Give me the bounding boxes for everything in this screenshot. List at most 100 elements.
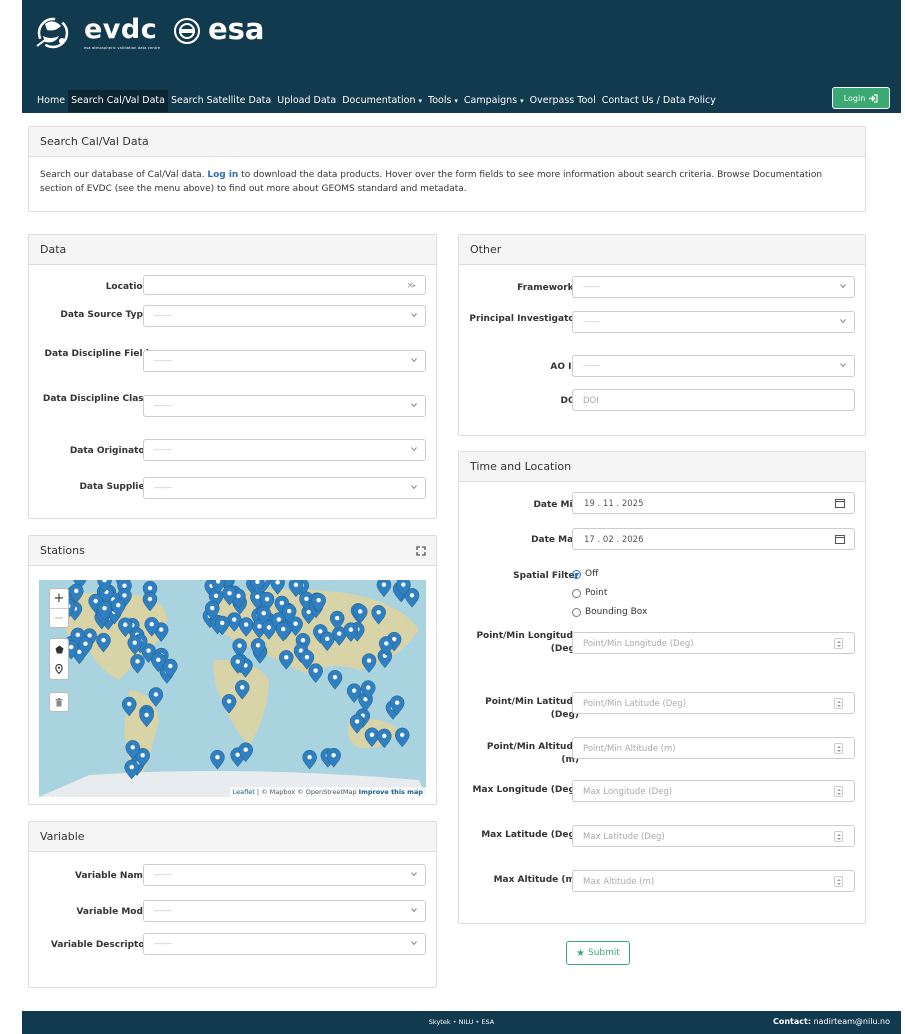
radio-button[interactable] [572, 607, 581, 617]
doi-input[interactable]: DOI [572, 389, 855, 411]
select-frameworks[interactable]: ------- [572, 276, 855, 298]
field-label: Data Originator [69, 446, 149, 456]
spinner-icon[interactable] [834, 786, 843, 797]
station-marker-icon[interactable] [308, 663, 323, 684]
station-marker-dot [236, 593, 241, 599]
nav-item-overpass-tool[interactable]: Overpass Tool [527, 90, 599, 112]
station-marker-dot [77, 649, 82, 655]
nav-item-home[interactable]: Home [34, 90, 68, 112]
station-marker-icon[interactable] [394, 727, 410, 748]
draw-polygon-button[interactable] [50, 639, 68, 659]
stations-panel: Stations + − Leaflet | © Mapbox © OpenSt… [28, 535, 437, 805]
station-marker-icon[interactable] [327, 669, 343, 690]
station-marker-icon[interactable] [130, 654, 145, 674]
calendar-icon[interactable] [835, 498, 845, 508]
nav-item-search-cal-val-data[interactable]: Search Cal/Val Data [68, 90, 168, 112]
select-variable-mode[interactable]: ------- [143, 900, 426, 922]
number-input-2[interactable]: Point/Min Altitude (m) [572, 737, 855, 759]
station-marker-dot [210, 605, 215, 611]
number-input-5[interactable]: Max Altitude (m) [572, 870, 855, 892]
polygon-icon [55, 645, 63, 653]
date-max-input[interactable]: 17 . 02 . 2026 [572, 528, 855, 550]
caret-down-icon: ▾ [454, 97, 458, 105]
stations-panel-title: Stations [29, 536, 436, 566]
radio-button[interactable] [572, 588, 581, 598]
station-marker-dot [156, 657, 161, 663]
station-marker-icon[interactable] [361, 653, 377, 673]
number-input-0[interactable]: Point/Min Longitude (Deg) [572, 632, 855, 654]
chevron-down-icon [840, 363, 846, 368]
spinner-icon[interactable] [834, 698, 843, 709]
draw-marker-button[interactable] [50, 659, 68, 679]
contact-email[interactable]: nadirteam@nilu.no [814, 1017, 890, 1026]
date-min-input[interactable]: 19 . 11 . 2025 [572, 492, 855, 514]
location-select[interactable]: × [143, 275, 426, 295]
select-placeholder: ------- [154, 871, 172, 879]
station-marker-icon[interactable] [376, 580, 392, 598]
nav-item-search-satellite-data[interactable]: Search Satellite Data [168, 90, 274, 112]
stations-map[interactable]: + − Leaflet | © Mapbox © OpenStreetMap I… [39, 580, 426, 797]
improve-map-link[interactable]: Improve this map [359, 788, 423, 796]
caret-down-icon: ▾ [520, 97, 524, 105]
login-link[interactable]: Log in [207, 170, 238, 180]
radio-point[interactable]: Point [572, 588, 607, 598]
field-label: Frameworks [517, 283, 579, 293]
fullscreen-icon[interactable] [416, 546, 426, 556]
zoom-control: + − [49, 588, 69, 628]
caret-down-icon [412, 285, 416, 287]
select-variable-descriptor[interactable]: ------- [143, 933, 426, 955]
station-marker-dot [287, 608, 292, 614]
station-marker-icon[interactable] [302, 749, 317, 770]
station-marker-dot [307, 754, 312, 760]
map-canvas[interactable] [39, 580, 426, 797]
number-input-3[interactable]: Max Longitude (Deg) [572, 780, 855, 802]
number-input-1[interactable]: Point/Min Latitude (Deg) [572, 692, 855, 714]
spinner-icon[interactable] [834, 876, 843, 887]
zoom-in-button[interactable]: + [50, 589, 68, 608]
station-marker-icon[interactable] [210, 749, 225, 770]
select-placeholder: ------- [154, 484, 172, 492]
logo-area[interactable]: evdc esa atmospheric validation data cen… [22, 0, 422, 82]
nav-item-campaigns[interactable]: Campaigns ▾ [461, 90, 527, 112]
spinner-icon[interactable] [834, 831, 843, 842]
nav-item-tools[interactable]: Tools ▾ [425, 90, 461, 112]
select-principal-investigator[interactable]: ------- [572, 311, 855, 333]
brand-tagline: esa atmospheric validation data centre [84, 46, 161, 50]
chevron-down-icon [411, 313, 417, 318]
station-marker-dot [235, 659, 241, 664]
zoom-out-button[interactable]: − [50, 608, 68, 627]
footer-partners: Skytek • NILU • ESA [428, 1018, 495, 1026]
number-input-4[interactable]: Max Latitude (Deg) [572, 825, 855, 847]
input-placeholder: Max Longitude (Deg) [583, 787, 673, 797]
select-placeholder: ------- [583, 283, 601, 291]
select-data-supplier[interactable]: ------- [143, 477, 426, 499]
radio-bounding-box[interactable]: Bounding Box [572, 607, 647, 617]
select-data-source-type[interactable]: ------- [143, 305, 426, 327]
station-marker-dot [102, 605, 107, 611]
calendar-icon[interactable] [835, 534, 845, 544]
trash-icon [55, 697, 63, 706]
station-marker-dot [306, 609, 311, 615]
submit-button[interactable]: ★ Submit [566, 941, 630, 965]
station-marker-dot [304, 654, 310, 660]
select-data-discipline-class[interactable]: ------- [143, 395, 426, 417]
station-marker-icon[interactable] [279, 650, 294, 670]
leaflet-link[interactable]: Leaflet [233, 788, 255, 796]
radio-button[interactable] [572, 569, 581, 579]
date-max-value: 17 . 02 . 2026 [584, 535, 644, 545]
select-data-originator[interactable]: ------- [143, 439, 426, 461]
nav-item-upload-data[interactable]: Upload Data [274, 90, 339, 112]
select-data-discipline-field[interactable]: ------- [143, 350, 426, 372]
delete-shapes-button[interactable] [49, 692, 69, 712]
input-placeholder: Max Latitude (Deg) [583, 832, 665, 842]
login-button[interactable]: Login [832, 87, 890, 109]
spinner-icon[interactable] [834, 638, 843, 649]
nav-item-contact-us-data-policy[interactable]: Contact Us / Data Policy [599, 90, 719, 112]
spinner-icon[interactable] [834, 743, 843, 754]
radio-off[interactable]: Off [572, 569, 598, 579]
site-header: evdc esa atmospheric validation data cen… [22, 0, 901, 113]
select-ao-id[interactable]: ------- [572, 355, 855, 377]
nav-item-documentation[interactable]: Documentation ▾ [339, 90, 425, 112]
select-variable-name[interactable]: ------- [143, 864, 426, 886]
stations-title: Stations [40, 544, 85, 557]
